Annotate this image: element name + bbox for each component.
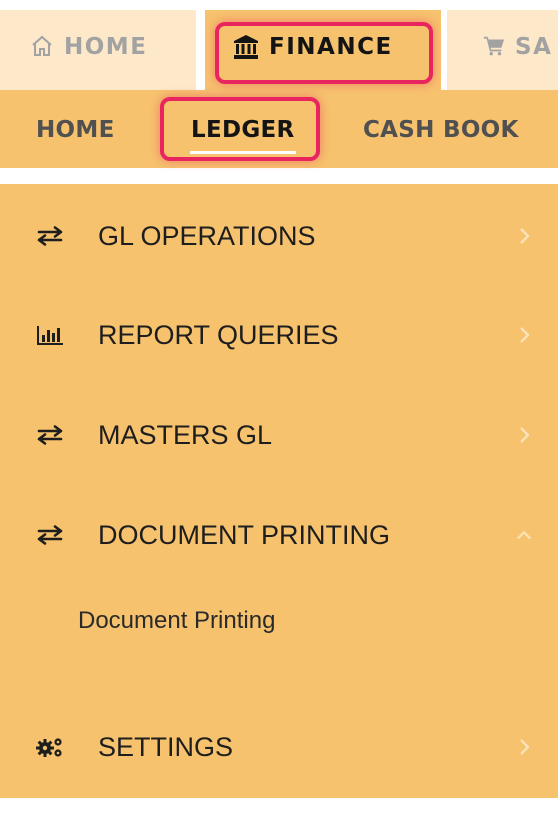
submenu-document-printing[interactable]: Document Printing [78,607,275,635]
menu-item-label: REPORT QUERIES [98,319,339,350]
chevron-right-icon [515,423,533,447]
side-menu: GL OPERATIONS REPORT QUERIES MASTERS GL [0,184,558,798]
subnav-cash-book[interactable]: CASH BOOK [363,117,519,143]
tab-home-label: HOME [64,34,148,60]
chevron-right-icon [515,323,533,347]
menu-item-document-printing[interactable]: DOCUMENT PRINTING [0,490,558,580]
menu-item-label: MASTERS GL [98,419,273,450]
chevron-up-icon [515,523,533,547]
chevron-right-icon [515,224,533,248]
menu-item-label: DOCUMENT PRINTING [98,519,391,550]
active-underline [190,151,296,154]
menu-item-label: GL OPERATIONS [98,220,316,251]
subnav-ledger-label: LEDGER [191,117,295,143]
chevron-right-icon [515,735,533,759]
menu-item-label: SETTINGS [98,731,234,762]
cart-icon [483,34,505,56]
transfer-arrows-icon [33,523,67,547]
subnav-ledger[interactable]: LEDGER [190,117,296,154]
transfer-arrows-icon [33,224,67,248]
menu-item-gl-operations[interactable]: GL OPERATIONS [0,191,558,281]
transfer-arrows-icon [33,423,67,447]
menu-item-masters-gl[interactable]: MASTERS GL [0,390,558,480]
top-tab-bar: HOME FINANCE SA [0,0,558,90]
tab-home[interactable]: HOME [0,10,196,90]
tab-sales-label: SA [515,34,553,60]
bar-chart-icon [33,323,67,347]
tab-finance-label: FINANCE [269,34,393,60]
tab-sales[interactable]: SA [447,10,558,90]
bank-icon [233,34,259,60]
subnav-home[interactable]: HOME [36,117,115,143]
home-icon [30,34,54,58]
tab-finance[interactable]: FINANCE [205,10,441,90]
sub-nav: HOME LEDGER CASH BOOK [0,90,558,168]
menu-item-report-queries[interactable]: REPORT QUERIES [0,290,558,380]
menu-item-settings[interactable]: SETTINGS [0,702,558,792]
cogs-icon [33,735,67,759]
